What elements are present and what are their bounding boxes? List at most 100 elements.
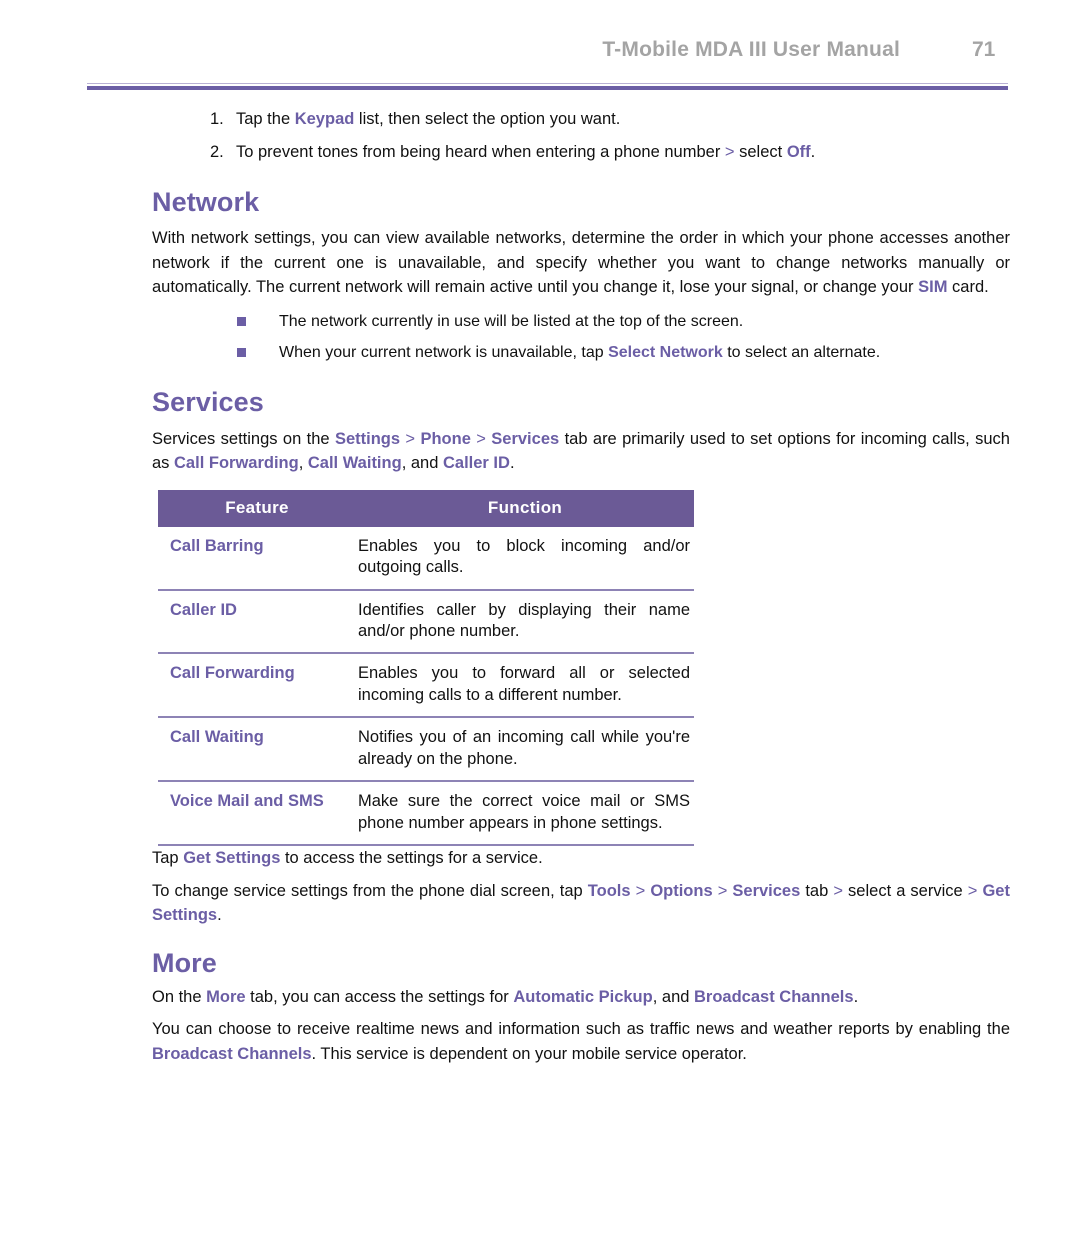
section-heading-more: More	[152, 948, 217, 979]
cell-function: Notifies you of an incoming call while y…	[358, 728, 690, 768]
table-row: Call Forwarding Enables you to forward a…	[158, 653, 694, 718]
column-header-feature: Feature	[158, 489, 356, 527]
broadcast-channels-term: Broadcast Channels	[152, 1044, 312, 1063]
table-head: Feature Function	[158, 489, 694, 527]
more-paragraph-2: You can choose to receive realtime news …	[152, 1017, 1010, 1066]
cell-function: Enables you to forward all or selected i…	[358, 664, 690, 704]
square-bullet-icon	[237, 317, 246, 327]
step-text-post: .	[810, 143, 816, 162]
select-a-service-text: select a service	[848, 881, 968, 900]
tap-post: to access the settings for a service.	[280, 849, 543, 868]
document-page: T-Mobile MDA III User Manual 71 1. Tap t…	[0, 0, 1080, 1259]
phone-term: Phone	[420, 429, 471, 448]
select-network-term: Select Network	[608, 343, 723, 361]
services-intro-1: Services settings on the	[152, 429, 335, 448]
step-marker: 1.	[210, 110, 224, 128]
automatic-pickup-term: Automatic Pickup	[513, 988, 653, 1006]
header-row: T-Mobile MDA III User Manual 71	[87, 38, 1008, 78]
page-header: T-Mobile MDA III User Manual 71	[87, 38, 1008, 90]
period: .	[509, 454, 515, 473]
bullet-text-pre: When your current network is unavailable…	[279, 343, 609, 361]
cell-function: Identifies caller by displaying their na…	[358, 600, 690, 641]
sim-term: SIM	[918, 278, 948, 297]
services-feature-table: Feature Function Call Barring Enables yo…	[158, 489, 694, 846]
path-separator: >	[630, 881, 651, 900]
table-row: Call Barring Enables you to block incomi…	[158, 527, 694, 590]
comma: ,	[298, 454, 308, 473]
get-settings-paragraph: Tap Get Settings to access the settings …	[152, 846, 1010, 870]
path-separator: >	[833, 881, 849, 900]
services-tab-term: Services	[732, 881, 801, 900]
services-intro-paragraph: Services settings on the Settings > Phon…	[152, 427, 1010, 476]
change-mid: tab	[800, 881, 834, 900]
cell-feature: Voice Mail and SMS	[170, 792, 324, 811]
manual-title: T-Mobile MDA III User Manual	[602, 38, 900, 61]
call-forwarding-term: Call Forwarding	[174, 454, 299, 473]
section-heading-services: Services	[152, 387, 264, 418]
table-header-row: Feature Function	[158, 489, 694, 527]
page-number: 71	[972, 38, 996, 61]
services-term: Services	[491, 429, 560, 448]
bullet-text-post: to select an alternate.	[722, 343, 881, 361]
table-row: Voice Mail and SMS Make sure the correct…	[158, 781, 694, 846]
step-marker: 2.	[210, 143, 224, 162]
path-separator: >	[470, 429, 492, 448]
caller-id-term: Caller ID	[442, 454, 510, 473]
step-separator: >	[724, 143, 735, 162]
header-rule-thick	[87, 86, 1008, 90]
cell-feature: Caller ID	[170, 600, 237, 619]
and-text: , and	[652, 988, 695, 1006]
table-row: Caller ID Identifies caller by displayin…	[158, 590, 694, 654]
network-paragraph-post: card.	[947, 278, 989, 297]
bullet-text: When your current network is unavailable…	[279, 342, 880, 364]
more-paragraph-1: On the More tab, you can access the sett…	[152, 985, 1010, 1009]
list-item: The network currently in use will be lis…	[152, 311, 1010, 333]
step-text-post: list, then select the option you want.	[354, 110, 621, 128]
cell-feature: Call Forwarding	[170, 664, 295, 683]
tap-pre: Tap	[152, 849, 184, 868]
numbered-step-list: 1. Tap the Keypad list, then select the …	[152, 108, 1010, 164]
table-row: Call Waiting Notifies you of an incoming…	[158, 717, 694, 782]
more-p2-post: . This service is dependent on your mobi…	[311, 1044, 747, 1063]
call-waiting-term: Call Waiting	[307, 454, 402, 473]
step-text: To prevent tones from being heard when e…	[236, 141, 1010, 163]
broadcast-channels-term: Broadcast Channels	[694, 988, 854, 1006]
bullet-text: The network currently in use will be lis…	[279, 311, 743, 333]
list-item: 2. To prevent tones from being heard whe…	[152, 141, 1010, 163]
cell-function: Make sure the correct voice mail or SMS …	[358, 792, 690, 832]
options-term: Options	[650, 881, 713, 900]
network-paragraph: With network settings, you can view avai…	[152, 226, 1010, 299]
period: .	[217, 905, 222, 924]
more-tab-term: More	[206, 988, 246, 1006]
off-term: Off	[786, 143, 811, 162]
step-text-pre: To prevent tones from being heard when e…	[236, 143, 725, 162]
cell-feature: Call Barring	[170, 536, 264, 555]
page-content: 1. Tap the Keypad list, then select the …	[152, 108, 1010, 1074]
column-header-function: Function	[356, 489, 694, 527]
step-text: Tap the Keypad list, then select the opt…	[236, 108, 1010, 130]
header-rule-thin	[87, 83, 1008, 84]
section-heading-network: Network	[152, 186, 260, 217]
path-separator: >	[712, 881, 733, 900]
step-text-pre: Tap the	[236, 110, 295, 128]
network-paragraph-pre: With network settings, you can view avai…	[152, 229, 1010, 297]
step-text-mid: select	[734, 143, 787, 162]
keypad-term: Keypad	[294, 110, 355, 128]
tools-term: Tools	[587, 881, 631, 900]
get-settings-term: Get Settings	[183, 849, 281, 868]
path-separator: >	[400, 429, 421, 448]
more-p2-pre: You can choose to receive realtime news …	[152, 1020, 1010, 1039]
list-item: 1. Tap the Keypad list, then select the …	[152, 108, 1010, 130]
list-item: When your current network is unavailable…	[152, 342, 1010, 364]
cell-feature: Call Waiting	[170, 728, 264, 747]
change-pre: To change service settings from the phon…	[152, 881, 588, 900]
settings-term: Settings	[334, 429, 401, 448]
table-body: Call Barring Enables you to block incomi…	[158, 527, 694, 846]
more-p1-mid: tab, you can access the settings for	[245, 988, 514, 1006]
and-text: , and	[401, 454, 443, 473]
network-bullet-list: The network currently in use will be lis…	[152, 311, 1010, 364]
period: .	[853, 988, 859, 1006]
more-p1-pre: On the	[152, 988, 207, 1006]
square-bullet-icon	[237, 347, 246, 357]
bullet-text-pre: The network currently in use will be lis…	[279, 313, 744, 331]
